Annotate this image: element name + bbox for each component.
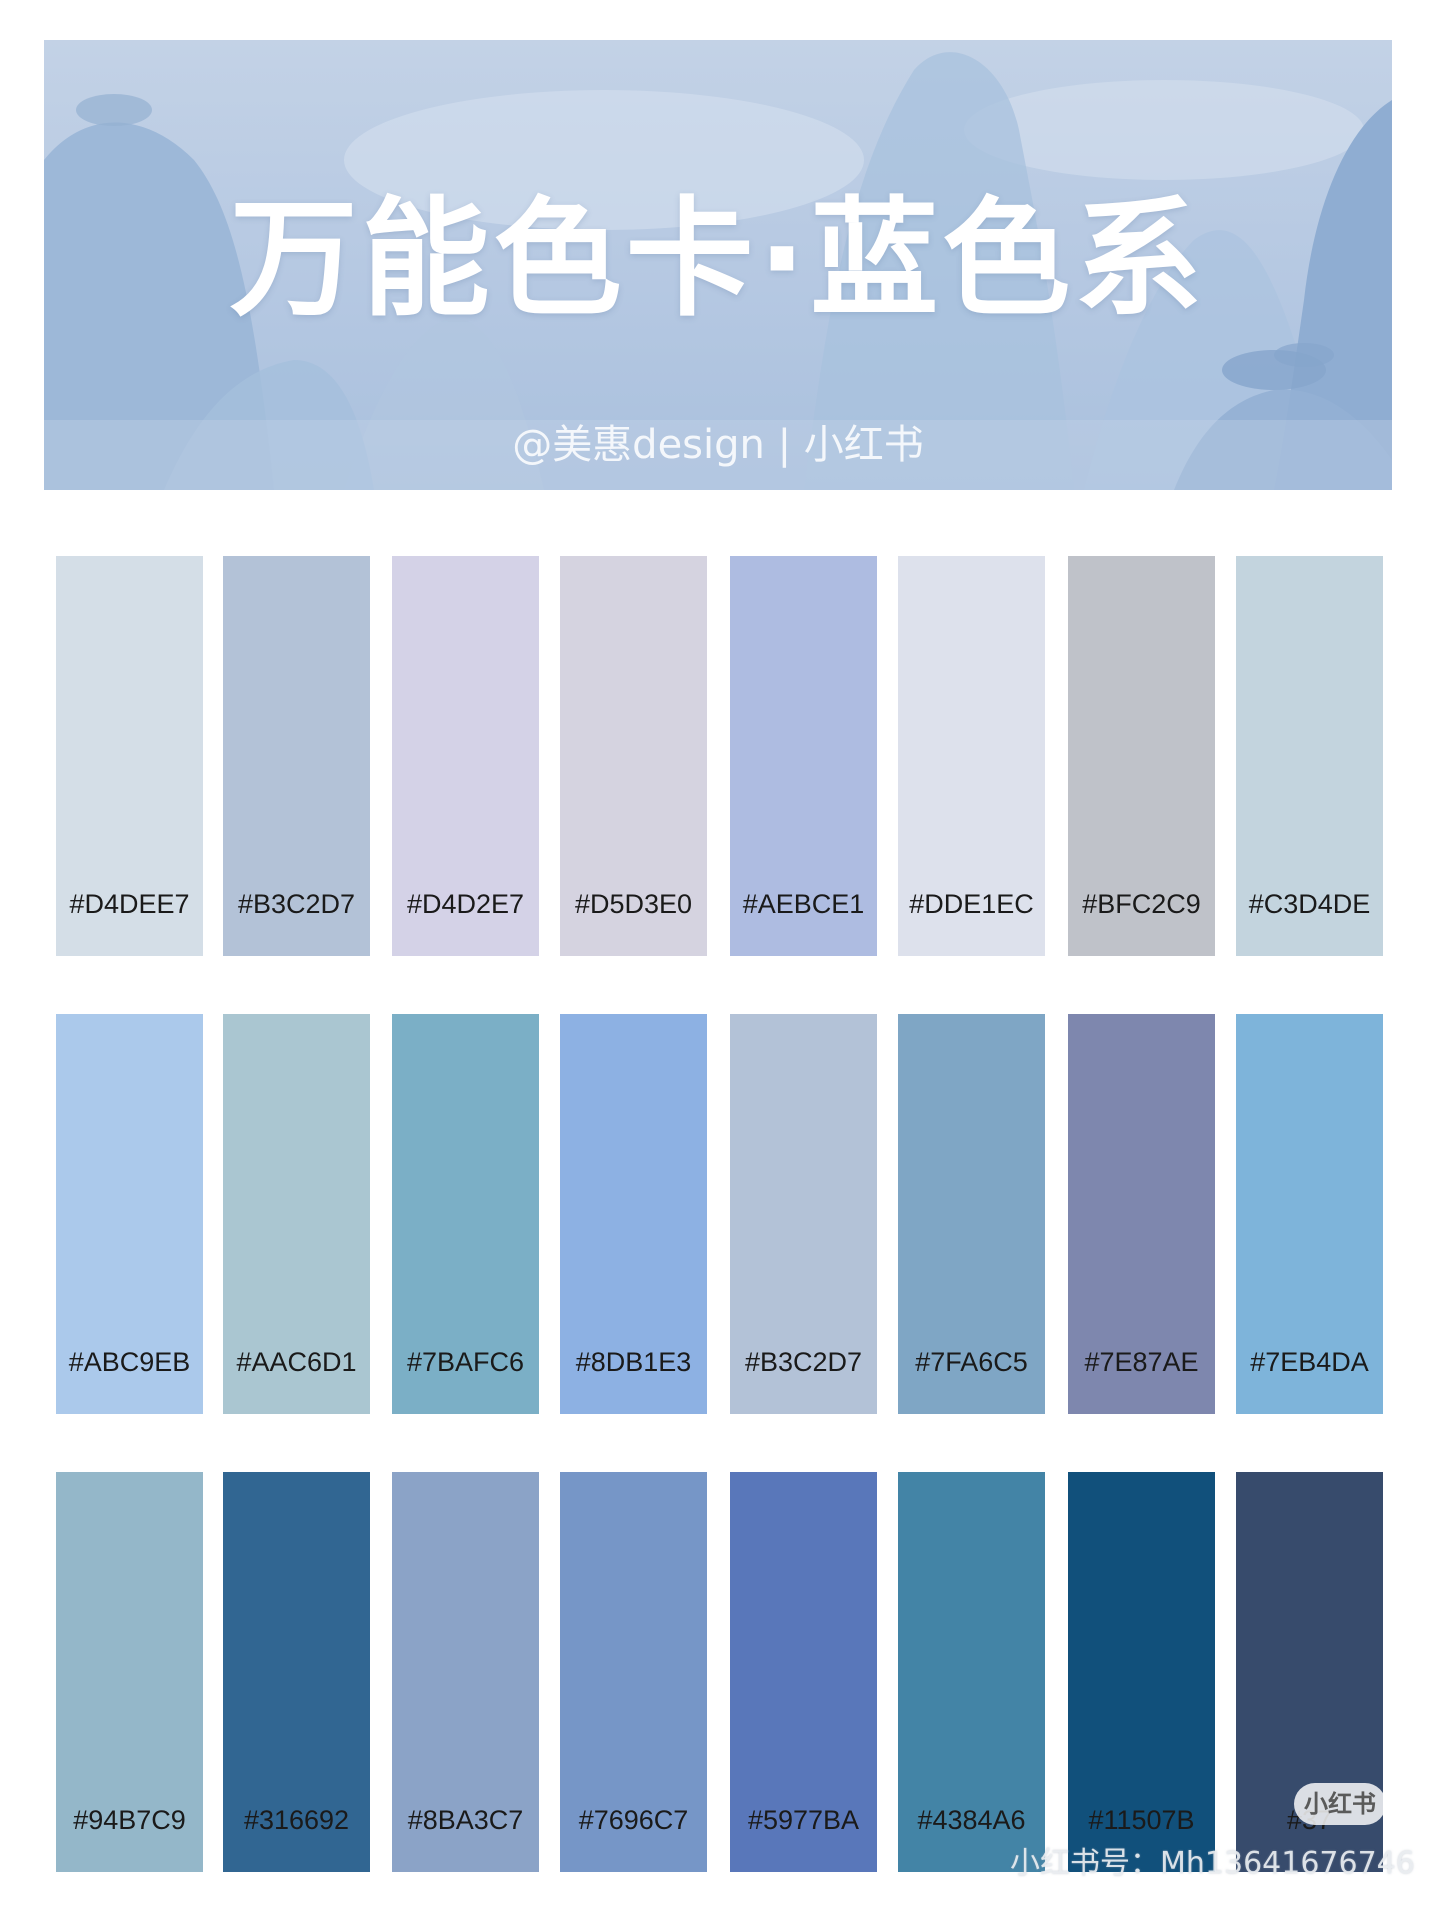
color-swatch: #ABC9EB [56,1014,203,1414]
color-swatch: #7BAFC6 [392,1014,539,1414]
color-swatch: #94B7C9 [56,1472,203,1872]
xiaohongshu-id-watermark: 小红书号：Mh13641676746 [1010,1846,1415,1881]
banner-subtitle: @美惠design | 小红书 [512,422,924,468]
swatch-hex-label: #7E87AE [1084,1347,1199,1377]
swatch-hex-label: #11507B [1088,1805,1195,1835]
color-swatch: #DDE1EC [898,556,1045,956]
swatch-hex-label: #94B7C9 [73,1805,186,1835]
color-swatch: #7FA6C5 [898,1014,1045,1414]
banner-title: 万能色卡·蓝色系 [229,185,1207,334]
color-swatch: #B3C2D7 [223,556,370,956]
swatch-hex-label: #5977BA [747,1805,860,1835]
swatch-hex-label: #AEBCE1 [742,889,865,919]
color-swatch: #11507B [1068,1472,1215,1872]
header-banner: 万能色卡·蓝色系 @美惠design | 小红书 [44,40,1392,490]
swatch-hex-label: #B3C2D7 [744,1347,863,1377]
swatch-hex-label: #AAC6D1 [236,1347,357,1377]
color-swatch-grid: #D4DEE7 #B3C2D7 #D4D2E7 #D5D3E0 #AEBCE1 #DDE1… [56,556,1384,1872]
color-swatch: #5977BA [730,1472,877,1872]
swatch-hex-label: #C3D4DE [1248,889,1371,919]
swatch-hex-label: #8DB1E3 [575,1347,692,1377]
swatch-row: #94B7C9 #316692 #8BA3C7 #7696C7 #5977BA #4384… [56,1472,1384,1872]
swatch-hex-label: #DDE1EC [909,889,1034,919]
swatch-hex-label: #316692 [243,1805,350,1835]
color-swatch: #D5D3E0 [560,556,707,956]
swatch-hex-label: #D4DEE7 [69,889,190,919]
color-swatch: #7EB4DA [1236,1014,1383,1414]
swatch-row: #ABC9EB #AAC6D1 #7BAFC6 #8DB1E3 #B3C2D7 #7FA6… [56,1014,1384,1414]
swatch-hex-label: #ABC9EB [68,1347,191,1377]
xiaohongshu-watermark-badge: 小红书 [1294,1783,1386,1825]
color-swatch: #AEBCE1 [730,556,877,956]
swatch-row: #D4DEE7 #B3C2D7 #D4D2E7 #D5D3E0 #AEBCE1 #DDE1… [56,556,1384,956]
color-swatch: #4384A6 [898,1472,1045,1872]
swatch-hex-label: #8BA3C7 [407,1805,524,1835]
swatch-hex-label: #7FA6C5 [915,1347,1028,1377]
color-swatch: #7696C7 [560,1472,707,1872]
color-swatch: #B3C2D7 [730,1014,877,1414]
swatch-hex-label: #D5D3E0 [574,889,693,919]
color-swatch: #AAC6D1 [223,1014,370,1414]
color-swatch: #D4DEE7 [56,556,203,956]
swatch-hex-label: #7BAFC6 [406,1347,525,1377]
color-swatch: #C3D4DE [1236,556,1383,956]
color-swatch: #316692 [223,1472,370,1872]
color-swatch: #7E87AE [1068,1014,1215,1414]
color-swatch: #D4D2E7 [392,556,539,956]
swatch-hex-label: #7EB4DA [1250,1347,1369,1377]
swatch-hex-label: #D4D2E7 [406,889,525,919]
color-swatch: #8BA3C7 [392,1472,539,1872]
swatch-hex-label: #7696C7 [578,1805,689,1835]
swatch-hex-label: #4384A6 [917,1805,1026,1835]
swatch-hex-label: #B3C2D7 [237,889,356,919]
swatch-hex-label: #BFC2C9 [1082,889,1201,919]
color-swatch: #BFC2C9 [1068,556,1215,956]
color-swatch: #8DB1E3 [560,1014,707,1414]
